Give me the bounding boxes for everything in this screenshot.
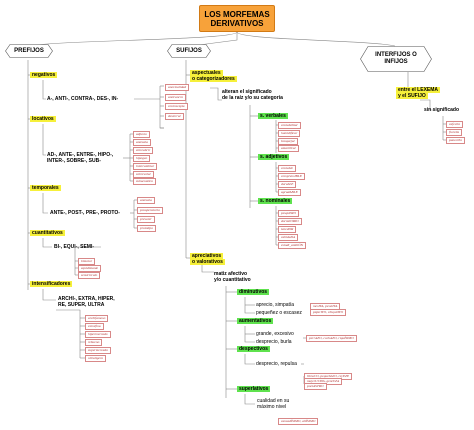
intensificadores-items: ARCHI-, EXTRA, HIPER, RE, SUPER, ULTRA: [58, 296, 115, 308]
example-agradable: agradABLE: [278, 189, 301, 196]
aspectuales-desc: alteran el significado de la raíz y/o su…: [222, 89, 283, 101]
nominales-label: s. nominales: [258, 198, 293, 204]
example-poetastro: poetASTRO: [304, 383, 327, 390]
aumentativos-label: aumentativos: [237, 318, 274, 324]
example-contable: contable: [278, 165, 297, 172]
locativos-label: locativos: [30, 116, 56, 122]
cuantitativos-items: BI-, EQUI-, SEMI-: [54, 244, 94, 250]
example-cabida: cabidaDA: [278, 234, 299, 241]
example-subacuatico: subacuático: [133, 178, 156, 185]
sufijos-branch: SUFIJOS: [167, 44, 211, 58]
aumentativos-desc-1: grande, excesivo: [256, 331, 294, 337]
example-desterrar: desterrar: [165, 113, 185, 120]
negativos-items: A-, ANTI-, CONTRA-, DES-, IN-: [47, 96, 119, 102]
example-entreabrir: entreabrir: [133, 147, 154, 154]
example-prototipo: prototipo: [137, 225, 156, 232]
example-dormitorio: dormitORIO: [278, 218, 302, 225]
apreciativos-desc: matiz afectivo y/o cuantitativo: [214, 271, 251, 283]
example-comprensible: comprensIBLE: [278, 173, 305, 180]
example-pesquero: pesquERO: [278, 210, 299, 217]
aspectuales-label: aspectuales o categorizadores: [190, 70, 237, 82]
diminutivos-desc-2: pequeñez o escasez: [256, 310, 302, 316]
example-hipermercado: hipermercado: [85, 331, 111, 338]
example-intercambiar: intercambiar: [133, 163, 158, 170]
example-bosquejar: bosquejar: [278, 138, 298, 145]
superlativos-label: superlativos: [237, 386, 271, 392]
example-hipogeo: hipogeo: [133, 155, 151, 162]
example-rebueno: rebueno: [85, 339, 103, 346]
interfijos-branch: INTERFIJOS O INFIJOS: [360, 46, 432, 72]
example-semicirculo: semicírculo: [78, 272, 101, 279]
apreciativos-label: apreciativos o valorativos: [190, 253, 225, 265]
example-florcita: florcita: [446, 129, 463, 136]
interfijos-desc: sin significado: [424, 107, 460, 113]
negativos-label: negativos: [30, 72, 58, 78]
cuantitativos-label: cuantitativos: [30, 230, 65, 236]
aumentativos-desc-2: desprecio, burla: [256, 339, 292, 345]
temporales-items: ANTE-, POST-, PRE-, PROTO-: [50, 210, 120, 216]
main-title: LOS MORFEMAS DERIVATIVOS: [199, 5, 275, 32]
example-humidificar: humidificar: [278, 130, 301, 137]
despectivos-desc: desprecio, repulsa: [256, 361, 297, 367]
example-bimotor: bimotor: [78, 258, 96, 265]
diminutivos-label: diminutivos: [237, 289, 270, 295]
example-ambicion: estudi_ambiÓN: [278, 242, 306, 249]
example-prevenir: prevenir: [137, 216, 155, 223]
example-tenedor: tenedOR: [278, 226, 297, 233]
intensificadores-label: intensificadores: [30, 281, 73, 287]
adjetivos-label: s. adjetivos: [258, 154, 290, 160]
example-pajarito: pájarITO, chiquitITO: [310, 309, 347, 316]
example-sobrevolar: sobrevolar: [133, 171, 155, 178]
example-perrazo: perrAZO, cochAZO, riquÍSIMO: [306, 335, 357, 342]
example-cafecito: cafecito: [446, 121, 464, 128]
example-anticancro: anticancro: [165, 94, 187, 101]
locativos-items: AD-, ANTE-, ENTRE-, HIPO-, INTER-, SOBRE…: [47, 152, 114, 164]
prefijos-branch: PREFIJOS: [5, 44, 53, 58]
example-contraespia: contraespía: [165, 103, 188, 110]
temporales-label: temporales: [30, 185, 61, 191]
sufijos-label: SUFIJOS: [176, 48, 202, 54]
example-durable: durabLE: [278, 181, 297, 188]
example-anormalidad: anormalidad: [165, 84, 190, 91]
example-antesala: antesala: [133, 139, 151, 146]
superlativos-desc: cualidad en su máximo nivel: [257, 398, 290, 410]
example-posoperatorio: posoperatorio: [137, 207, 163, 214]
example-cansadisimo: cansadÍSIMO, altÍSIMO: [278, 418, 319, 425]
example-amarillear: amarillear: [278, 145, 299, 152]
example-contabilizar: contabilizar: [278, 122, 301, 129]
example-supermercado: supermercado: [85, 347, 111, 354]
interfijos-label: entre el LEXEMA y el SUFIJO: [396, 87, 441, 99]
prefijos-label: PREFIJOS: [14, 48, 44, 54]
example-extrafina: extrafina: [85, 323, 104, 330]
example-ultraligero: ultraligero: [85, 355, 107, 362]
example-adjunto: adjunto: [133, 131, 150, 138]
despectivos-label: despectivos: [237, 346, 270, 352]
example-antesala-temporal: antesala: [137, 197, 155, 204]
example-panecillo: panecillo: [446, 137, 466, 144]
verbales-label: s. verbales: [258, 113, 288, 119]
diminutivos-desc-1: aprecio, simpatía: [256, 302, 295, 308]
example-equidistante: equidistante: [78, 265, 102, 272]
example-archifamoso: archifamoso: [85, 315, 109, 322]
